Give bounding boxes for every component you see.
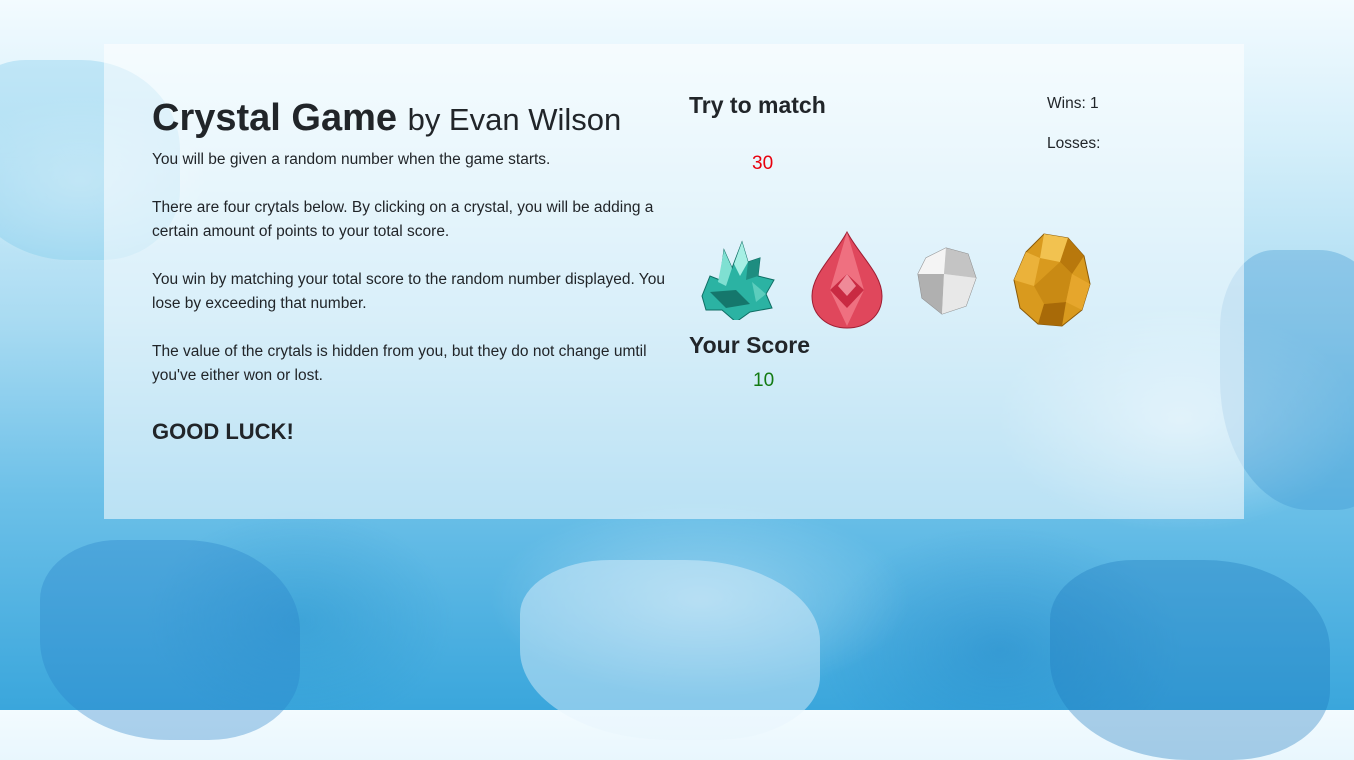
ice-background-shape [40,540,300,740]
author-byline: by Evan Wilson [407,102,622,137]
target-number: 30 [752,153,774,174]
crystal-row [690,228,1110,338]
instruction-paragraph: The value of the crytals is hidden from … [152,343,647,384]
game-title: Crystal Game [152,97,398,139]
clear-diamond-button[interactable] [916,244,980,316]
losses-counter: Losses: [1047,135,1101,152]
instructions-column: Crystal Game by Evan Wilson You will be … [152,92,672,445]
target-heading: Try to match [689,92,826,118]
score-heading: Your Score [689,332,810,358]
amber-crystal-button[interactable] [1010,230,1094,330]
ice-background-shape [520,560,820,740]
ice-background-shape [1050,560,1330,760]
teal-crystal-button[interactable] [696,236,780,320]
instruction-paragraph: You win by matching your total score to … [152,271,665,312]
page-title: Crystal Game by Evan Wilson [152,92,672,146]
good-luck-heading: GOOD LUCK! [152,419,294,444]
wins-counter: Wins: 1 [1047,95,1099,112]
score-value: 10 [753,370,775,391]
instruction-paragraph: You will be given a random number when t… [152,151,551,168]
pink-teardrop-gem-button[interactable] [808,230,886,330]
instruction-paragraph: There are four crytals below. By clickin… [152,199,654,240]
